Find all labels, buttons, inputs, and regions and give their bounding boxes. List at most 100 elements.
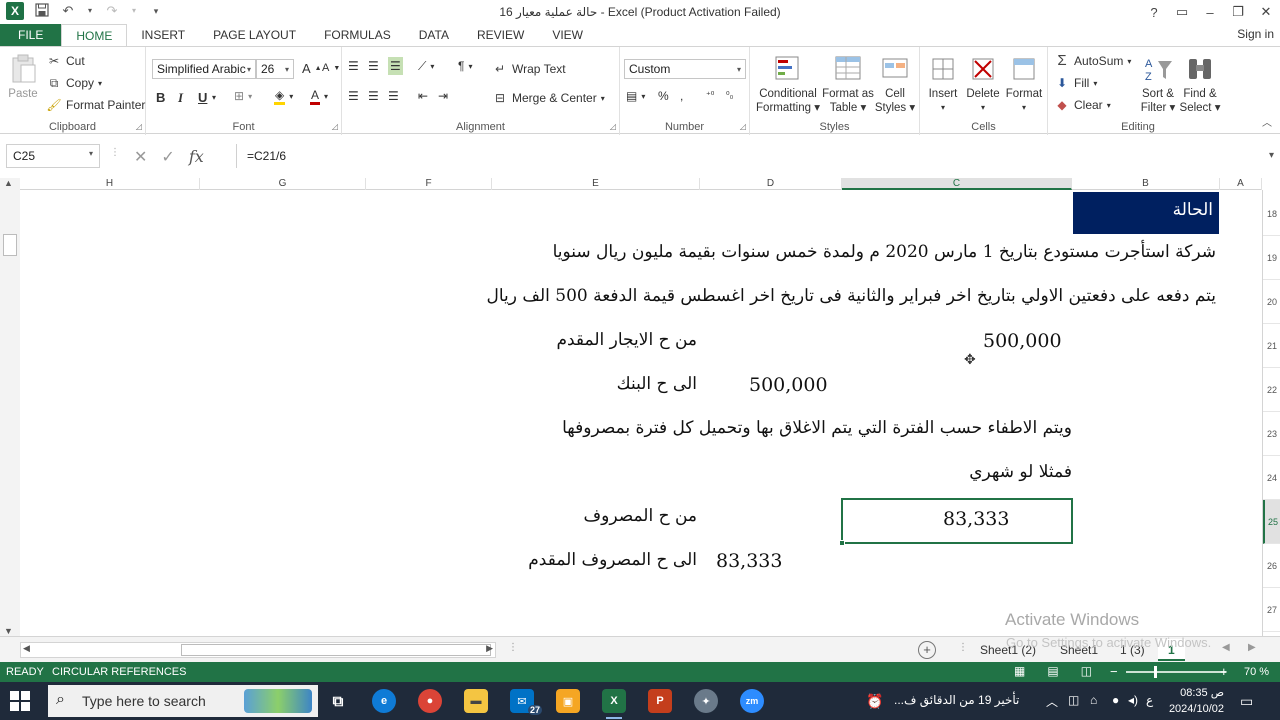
collapse-ribbon-icon[interactable]: ︿	[1262, 114, 1272, 129]
find-select-button[interactable]: Find & Select ▾	[1178, 53, 1222, 115]
grow-font-icon[interactable]: A ▲	[302, 61, 322, 76]
format-cells-button[interactable]: Format ▾	[1004, 53, 1044, 115]
vertical-scrollbar[interactable]: ▲ ▼	[0, 178, 20, 636]
column-header-g[interactable]: G	[200, 178, 366, 190]
number-format-combo[interactable]: Custom ▾	[624, 59, 746, 79]
zoom-slider-knob[interactable]	[1154, 666, 1157, 678]
scroll-up-icon[interactable]: ▲	[4, 178, 13, 188]
action-center-icon[interactable]: ▭	[1240, 693, 1253, 710]
scroll-left-icon[interactable]: ◀	[23, 643, 30, 654]
conditional-formatting-button[interactable]: Conditional Formatting ▾	[756, 53, 820, 115]
cell-styles-button[interactable]: Cell Styles ▾	[874, 53, 916, 115]
notification-app-icon[interactable]: ⏰	[866, 693, 883, 710]
next-sheet-icon[interactable]: ▶	[1248, 642, 1256, 653]
tab-file[interactable]: FILE	[0, 24, 62, 46]
align-bottom-icon[interactable]: ☰	[388, 57, 403, 75]
new-sheet-button[interactable]: +	[918, 641, 936, 659]
number-launcher-icon[interactable]: ◿	[740, 122, 746, 131]
name-box[interactable]: C25 ▾	[6, 144, 100, 168]
worksheet-grid[interactable]: الحالة شركة استأجرت مستودع بتاريخ 1 مارس…	[20, 190, 1262, 636]
row-header-20[interactable]: 20	[1263, 280, 1280, 324]
task-view-icon[interactable]: ⧉	[326, 689, 350, 713]
format-as-table-button[interactable]: Format as Table ▾	[820, 53, 876, 115]
language-indicator[interactable]: ع	[1146, 693, 1153, 707]
alignment-launcher-icon[interactable]: ◿	[610, 122, 616, 131]
close-button[interactable]: ✕	[1252, 0, 1280, 24]
align-top-icon[interactable]: ☰	[348, 59, 359, 73]
column-header-a[interactable]: A	[1220, 178, 1262, 190]
fill-color-icon[interactable]: ◈ ▾	[274, 88, 293, 105]
delete-cells-button[interactable]: Delete ▾	[964, 53, 1002, 115]
scroll-right-icon[interactable]: ▶	[486, 643, 493, 654]
paste-button[interactable]: Paste	[6, 53, 40, 101]
row-header-23[interactable]: 23	[1263, 412, 1280, 456]
help-button[interactable]: ?	[1140, 0, 1168, 24]
shrink-font-icon[interactable]: A ▼	[322, 62, 340, 74]
underline-dropdown-icon[interactable]: ▾	[212, 93, 216, 102]
page-layout-view-icon[interactable]: ▤	[1047, 664, 1058, 678]
zoom-slider[interactable]	[1126, 666, 1226, 678]
accounting-format-icon[interactable]: ▤ ▾	[626, 89, 645, 103]
row-header-27[interactable]: 27	[1263, 588, 1280, 632]
volume-icon[interactable]: ◂)	[1128, 693, 1138, 707]
zoom-percentage[interactable]: 70 %	[1244, 666, 1269, 678]
tab-data[interactable]: DATA	[405, 24, 463, 46]
powerpoint-icon[interactable]: P	[648, 689, 672, 713]
underline-button[interactable]: U	[198, 90, 207, 105]
font-size-combo[interactable]: 26 ▾	[256, 59, 294, 79]
wrap-text-button[interactable]: ↵ Wrap Text	[492, 61, 566, 77]
merge-center-button[interactable]: ⊟ Merge & Center ▾	[492, 90, 605, 106]
notification-text[interactable]: تأخير 19 من الدقائق ف...	[894, 693, 1019, 707]
edge-icon[interactable]: e	[372, 689, 396, 713]
fill-button[interactable]: ⬇ Fill ▾	[1054, 75, 1097, 91]
previous-sheet-icon[interactable]: ◀	[1222, 642, 1230, 653]
tab-page-layout[interactable]: PAGE LAYOUT	[199, 24, 310, 46]
row-header-25[interactable]: 25	[1263, 500, 1280, 544]
taskbar-search[interactable]: ⌕ Type here to search	[48, 685, 318, 717]
font-color-icon[interactable]: A ▾	[310, 88, 328, 105]
cancel-icon[interactable]: ✕	[134, 147, 147, 167]
row-header-19[interactable]: 19	[1263, 236, 1280, 280]
network-icon[interactable]: ⌂	[1090, 693, 1097, 707]
row-header-18[interactable]: 18	[1263, 192, 1280, 236]
align-center-icon[interactable]: ☰	[368, 89, 379, 103]
column-header-d[interactable]: D	[700, 178, 842, 190]
comma-style-icon[interactable]: ,	[680, 89, 683, 103]
app-icon[interactable]: ✦	[694, 689, 718, 713]
horizontal-scroll-thumb[interactable]	[181, 644, 491, 656]
ribbon-display-button[interactable]: ▭	[1168, 0, 1196, 24]
scroll-down-icon[interactable]: ▼	[4, 626, 13, 636]
column-header-b[interactable]: B	[1072, 178, 1220, 190]
increase-decimal-icon[interactable]: ⁺⁰	[706, 90, 714, 101]
vertical-scroll-thumb[interactable]	[3, 234, 17, 256]
increase-indent-icon[interactable]: ⇥	[438, 89, 448, 103]
decrease-indent-icon[interactable]: ⇤	[418, 89, 428, 103]
store-icon[interactable]: ▣	[556, 689, 580, 713]
font-launcher-icon[interactable]: ◿	[332, 122, 338, 131]
borders-icon[interactable]: ⊞ ▾	[234, 89, 252, 103]
row-header-24[interactable]: 24	[1263, 456, 1280, 500]
mail-icon[interactable]: ✉ 27	[510, 689, 542, 715]
sign-in-link[interactable]: Sign in	[1237, 27, 1274, 41]
horizontal-scrollbar[interactable]: ◀ ▶	[20, 642, 496, 658]
decrease-decimal-icon[interactable]: ⁰₀	[726, 90, 733, 101]
active-cell-c25[interactable]: 83,333	[839, 498, 1073, 546]
excel-taskbar-icon[interactable]: X	[602, 689, 626, 719]
start-button[interactable]	[10, 691, 30, 711]
percent-icon[interactable]: %	[658, 89, 669, 103]
align-right-icon[interactable]: ☰	[388, 89, 399, 103]
align-middle-icon[interactable]: ☰	[368, 59, 379, 73]
format-painter-button[interactable]: 🖌 Format Painter	[46, 97, 145, 113]
tab-split-handle-icon[interactable]: ⋮	[958, 642, 968, 653]
autosum-button[interactable]: Σ AutoSum ▾	[1054, 53, 1131, 69]
case-header-cell[interactable]: الحالة	[1073, 192, 1219, 234]
row-header-21[interactable]: 21	[1263, 324, 1280, 368]
expand-formula-bar-icon[interactable]: ▾	[1269, 150, 1274, 161]
clipboard-launcher-icon[interactable]: ◿	[136, 122, 142, 131]
orientation-icon[interactable]: ⟋ ▾	[418, 59, 434, 74]
row-header-26[interactable]: 26	[1263, 544, 1280, 588]
clear-button[interactable]: ◆ Clear ▾	[1054, 97, 1110, 113]
page-break-view-icon[interactable]: ◫	[1081, 664, 1092, 678]
tray-app-icon[interactable]: ◫	[1068, 693, 1079, 707]
zoom-app-icon[interactable]: zm	[740, 689, 764, 713]
